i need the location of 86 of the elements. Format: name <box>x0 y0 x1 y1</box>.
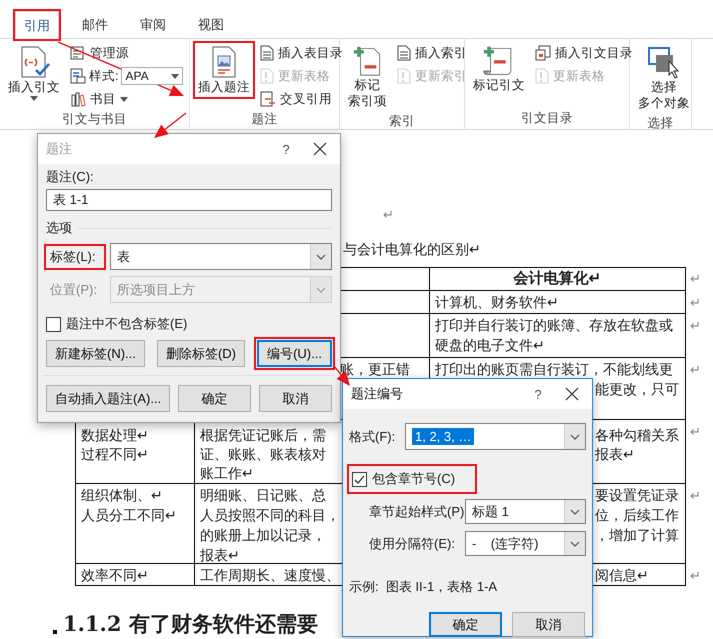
ribbon-button[interactable]: 插入题注 <box>194 42 254 98</box>
table-cell: 效率不同↵ <box>75 564 195 586</box>
row-end-mark: ↵ <box>690 318 701 333</box>
ribbon-button[interactable]: 选择 多个对象 <box>634 42 694 114</box>
chevron-down-icon <box>316 254 326 260</box>
caret-icon <box>120 96 128 102</box>
field-label: 标签(L): <box>46 246 104 268</box>
checkbox[interactable] <box>352 472 367 486</box>
group-label: 引文目录 <box>521 110 573 127</box>
dialog-button[interactable]: 新建标签(N)... <box>46 340 145 367</box>
document-list-icon <box>70 45 86 61</box>
row-end-mark: ↵ <box>690 362 701 377</box>
document-stack-icon <box>535 45 551 61</box>
row-end-mark: ↵ <box>690 568 701 583</box>
ribbon-button[interactable]: 插入引文 <box>4 42 64 104</box>
table-caption: 与会计电算化的区别↵ <box>343 241 481 257</box>
checkbox-label: 题注中不包含标签(E) <box>66 315 188 333</box>
ribbon-tab[interactable]: 引用 <box>15 11 59 39</box>
field-label: 格式(F): <box>349 428 396 446</box>
dialog-button[interactable]: 取消 <box>512 612 585 637</box>
row-end-mark: ↵ <box>690 424 701 439</box>
format-dropdown[interactable]: 1, 2, 3, … <box>405 423 586 450</box>
chevron-down-icon <box>316 286 326 292</box>
group-label: 索引 <box>389 113 415 130</box>
document-lines-icon <box>260 45 274 61</box>
group-label: 题注 <box>252 111 278 128</box>
chevron-down-icon <box>570 508 580 514</box>
dialog-button[interactable]: 编号(U)... <box>257 340 332 367</box>
document-link-icon <box>260 91 276 107</box>
close-icon[interactable] <box>313 142 327 156</box>
ribbon-tab[interactable]: 邮件 <box>73 10 117 38</box>
dialog-title: 题注编号 <box>351 385 404 403</box>
row-end-mark: ↵ <box>690 271 701 286</box>
dialog-button[interactable]: 确定 <box>178 385 252 412</box>
paragraph-mark: ↵ <box>383 207 394 222</box>
table-cell: 组织体制、↵ 人员分工不同↵ <box>75 484 195 564</box>
section-heading: 1.1.2 有了财务软件还需要 <box>63 610 318 638</box>
style-dropdown[interactable]: APA <box>121 67 184 85</box>
caption-field[interactable]: 表 1-1 <box>46 189 332 211</box>
books-icon <box>70 91 86 107</box>
ribbon-tab[interactable]: 视图 <box>189 10 233 38</box>
document-exclamation-icon <box>397 68 411 84</box>
section-label: 选项 <box>46 219 72 237</box>
document-plus-icon <box>352 45 382 77</box>
field-label: 题注(C): <box>46 168 94 186</box>
dropdown-field[interactable]: - (连字符) <box>465 531 586 556</box>
ribbon-tab[interactable]: 审阅 <box>131 10 175 38</box>
ribbon-button[interactable]: 书目 <box>68 88 186 110</box>
ribbon-button[interactable]: 插入表目录 <box>258 42 345 64</box>
cursor-select-icon <box>647 45 681 79</box>
close-icon[interactable] <box>565 387 579 401</box>
row-end-mark: ↵ <box>690 295 701 310</box>
group-label: 选择 <box>648 115 674 132</box>
table-cell: 会计电算化↵ <box>430 267 686 291</box>
caret-icon <box>171 74 180 78</box>
document-image-icon <box>210 45 238 79</box>
help-button[interactable]: ? <box>523 386 553 402</box>
document-lines-icon <box>397 45 411 61</box>
dialog-button[interactable]: 自动插入题注(A)... <box>46 385 170 412</box>
dropdown-field[interactable]: 标题 1 <box>465 499 586 524</box>
dialog-title: 题注 <box>46 140 73 158</box>
ribbon-button[interactable]: 标记 索引项 <box>344 42 391 112</box>
dropdown-field[interactable]: 表 <box>110 243 332 270</box>
ribbon-button[interactable]: 插入索引 <box>395 42 469 64</box>
help-button[interactable]: ? <box>271 142 301 156</box>
group-label: 引文与书目 <box>62 111 127 128</box>
ribbon-button[interactable]: 交叉引用 <box>258 88 345 110</box>
annotation-arrow <box>154 112 186 138</box>
caret-icon <box>30 96 38 101</box>
ribbon-button[interactable]: 标记引文 <box>469 42 529 96</box>
chevron-down-icon <box>570 434 580 440</box>
checkbox[interactable] <box>46 316 61 332</box>
ribbon-button[interactable]: 插入引文目录 <box>533 42 635 64</box>
table-cell: 打印并自行装订的账簿、存放在软盘或 硬盘的电子文件↵ <box>430 314 686 358</box>
document-style-icon <box>70 68 86 84</box>
row-end-mark: ↵ <box>690 488 701 503</box>
table-cell: 计算机、财务软件↵ <box>430 291 686 314</box>
dialog-button[interactable]: 确定 <box>429 612 502 637</box>
document-exclamation-icon <box>260 68 274 84</box>
dialog-button[interactable]: 取消 <box>258 385 332 412</box>
dialog-button[interactable]: 删除标签(D) <box>156 340 246 367</box>
document-exclamation-icon <box>535 68 549 84</box>
field-label: 位置(P): <box>49 280 98 299</box>
bullet-icon <box>53 630 57 634</box>
style-label: 样式: <box>89 68 118 84</box>
chevron-down-icon <box>570 540 580 546</box>
